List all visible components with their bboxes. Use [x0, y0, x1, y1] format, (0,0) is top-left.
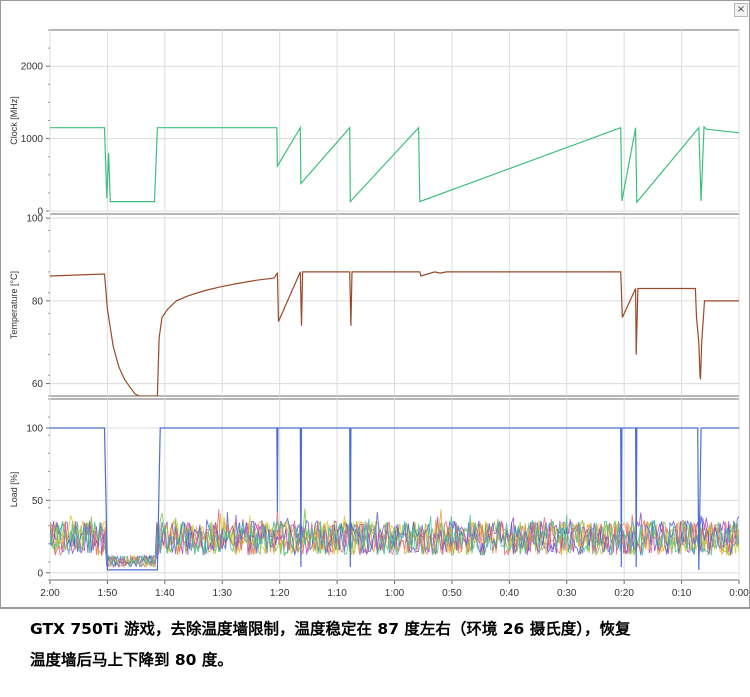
x-tick-label: 0:50: [442, 588, 462, 599]
x-tick-label: 0:00: [729, 588, 749, 599]
caption: GTX 750Ti 游戏，去除温度墙限制，温度稳定在 87 度左右（环境 26 …: [30, 614, 740, 676]
y-axis-title: Temperature [°C]: [9, 271, 19, 339]
y-axis-title: Load [%]: [9, 472, 19, 508]
x-tick-label: 0:30: [557, 588, 577, 599]
panel-1: 010002000Clock [MHz]: [9, 29, 740, 218]
x-tick-label: 1:20: [270, 588, 290, 599]
y-tick-label: 0: [37, 568, 43, 579]
x-tick-label: 1:00: [385, 588, 405, 599]
caption-line-2: 温度墙后马上下降到 80 度。: [30, 651, 233, 669]
x-tick-label: 0:40: [500, 588, 520, 599]
monitoring-chart: 0 1000 2000 Clock [MHz] 60 80 100 Temperature […: [0, 0, 750, 608]
y-axis-title: Clock [MHz]: [9, 96, 19, 145]
y-tick-label: 1000: [21, 134, 44, 145]
x-tick-label: 1:30: [213, 588, 233, 599]
panel-3: 0 50 100 Load [%]: [9, 398, 740, 581]
y-tick-label: 2000: [21, 62, 44, 73]
x-tick-label: 2:00: [40, 588, 60, 599]
x-tick-label: 0:20: [614, 588, 634, 599]
x-tick-label: 1:40: [155, 588, 175, 599]
y-tick-label: 60: [32, 379, 44, 390]
x-tick-label: 1:50: [98, 588, 118, 599]
x-tick-label: 0:10: [672, 588, 692, 599]
y-tick-label: 80: [32, 296, 44, 307]
y-tick-label: 50: [32, 496, 44, 507]
caption-divider: [0, 608, 750, 609]
caption-line-1: GTX 750Ti 游戏，去除温度墙限制，温度稳定在 87 度左右（环境 26 …: [30, 620, 631, 638]
close-icon[interactable]: ×: [734, 3, 748, 17]
y-tick-label: 100: [26, 423, 43, 434]
y-tick-label: 100: [26, 214, 43, 225]
x-tick-label: 1:10: [327, 588, 347, 599]
panel-2: 60 80 100 Temperature [°C]: [9, 213, 740, 397]
